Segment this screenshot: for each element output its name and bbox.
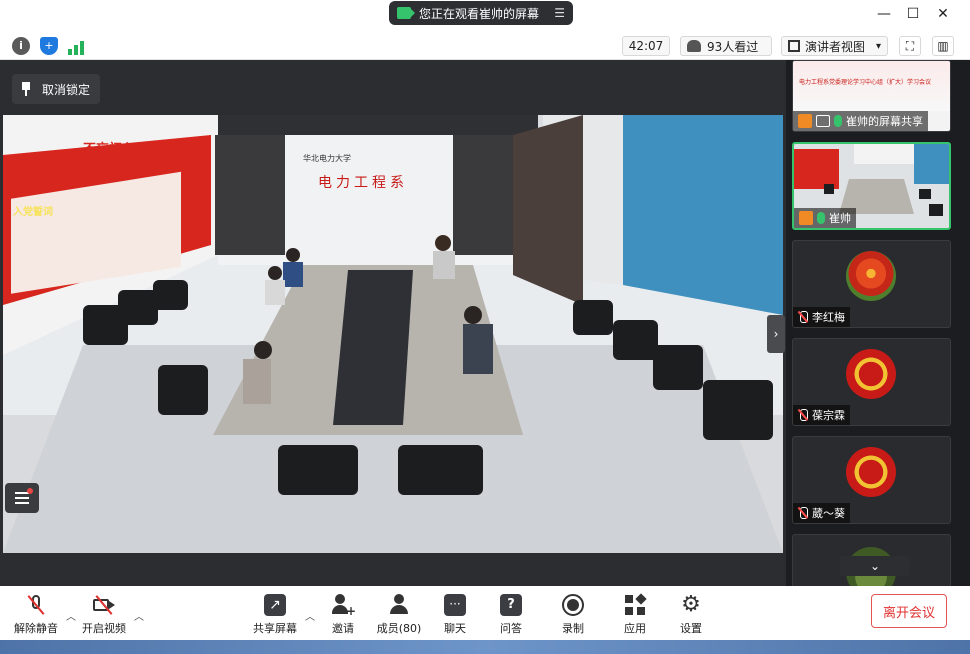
share-screen-button[interactable]: ↗ 共享屏幕 [245,594,305,636]
participant-tile[interactable]: 葆宗霖 [792,338,951,426]
share-notice-pill[interactable]: 您正在观看崔帅的屏幕 ☰ [389,1,573,25]
share-screen-icon: ↗ [264,594,286,616]
chat-label: 聊天 [444,622,466,635]
invite-label: 邀请 [332,622,354,635]
qa-label: 问答 [500,622,522,635]
meeting-controls: 解除静音 ︿ 开启视频 ︿ ↗ 共享屏幕 ︿ + 邀请 成员(80) ··· 聊… [0,586,970,640]
gear-icon: ⚙ [681,592,701,617]
mic-on-icon [817,212,825,224]
start-video-label: 开启视频 [82,622,126,635]
people-icon [687,40,701,52]
share-screen-label: 共享屏幕 [253,622,297,635]
qa-button[interactable]: ? 问答 [481,594,541,636]
screen-share-icon [397,7,415,19]
unpin-button[interactable]: 取消锁定 [12,74,101,104]
department-sign: 电力工程系 [318,175,408,191]
title-bar: 您正在观看崔帅的屏幕 ☰ — ☐ ✕ [0,0,970,32]
user-icon [799,211,813,225]
close-button[interactable]: ✕ [933,6,953,22]
minimize-button[interactable]: — [874,6,894,22]
view-mode-select[interactable]: 演讲者视图 ▾ [781,36,888,56]
meeting-room-video: 不忘初心 牢记使命 入党誓词 华北电力大学 电力工程系 [3,115,783,553]
start-video-button[interactable]: 开启视频 [74,594,134,636]
notification-dot [27,488,33,494]
record-icon [562,594,584,616]
participant-label: 李红梅 [793,307,850,327]
settings-button[interactable]: ⚙ 设置 [661,594,721,636]
menu-icon[interactable]: ☰ [554,6,565,20]
add-user-icon: + [332,594,356,618]
security-shield-icon[interactable]: + [40,37,58,55]
participant-sidebar[interactable]: 电力工程系党委理论学习中心组（扩大）学习会议 崔帅的屏幕共享 崔帅 李红梅 葆宗… [786,60,970,586]
participant-tile-screen-share[interactable]: 电力工程系党委理论学习中心组（扩大）学习会议 崔帅的屏幕共享 [792,60,951,132]
participant-label: 崔帅的屏幕共享 [793,111,928,131]
camera-off-icon [93,594,115,616]
participant-label: 葳～葵 [793,503,850,523]
avatar [846,447,896,497]
mic-muted-icon [25,594,47,616]
network-signal-icon[interactable] [68,37,86,55]
unmute-label: 解除静音 [14,622,58,635]
mic-muted-icon [798,409,808,421]
participant-label: 葆宗霖 [793,405,850,425]
share-thumb-banner: 电力工程系党委理论学习中心组（扩大）学习会议 [799,79,932,86]
avatar [846,251,896,301]
participant-tile[interactable]: 葳～葵 [792,436,951,524]
participant-name: 李红梅 [812,311,845,324]
oath-title: 入党誓词 [13,205,53,218]
chat-button[interactable]: ··· 聊天 [425,594,485,636]
participant-name: 葳～葵 [812,507,845,520]
apps-grid-icon [624,593,647,616]
participant-label: 崔帅 [794,208,856,228]
meeting-room-image: 不忘初心 牢记使命 入党誓词 华北电力大学 电力工程系 [3,115,783,553]
sidebar-toggle-icon[interactable]: ▥ [932,36,954,56]
apps-label: 应用 [624,622,646,635]
chat-icon: ··· [444,594,466,616]
mic-muted-icon [798,311,808,323]
participant-tile-camera[interactable]: 崔帅 [792,142,951,230]
leave-meeting-button[interactable]: 离开会议 [871,594,947,628]
invite-button[interactable]: + 邀请 [313,594,373,636]
question-icon: ? [500,594,522,616]
banner-slogan: 不忘初心 牢记使命 [83,141,193,157]
viewers-label: 93人看过 [707,39,759,54]
participant-name: 崔帅 [829,212,851,225]
shared-screen-stage: 取消锁定 不忘初心 牢记使命 入党誓词 华北电力大学 电力工程系 › [0,60,786,586]
info-icon[interactable]: i [12,37,30,55]
participant-name: 崔帅的屏幕共享 [846,115,923,128]
fullscreen-icon[interactable]: ⛶ [899,36,921,56]
layout-icon [788,40,800,52]
members-label: 成员(80) [376,622,422,635]
unmute-button[interactable]: 解除静音 [6,594,66,636]
chevron-down-icon: ▾ [875,40,881,52]
desktop-taskbar [0,640,970,654]
mic-muted-icon [798,507,808,519]
unpin-label: 取消锁定 [42,82,91,97]
chevron-up-icon[interactable]: ︿ [134,608,144,623]
participant-name: 葆宗霖 [812,409,845,422]
record-button[interactable]: 录制 [543,594,603,636]
pin-icon [20,82,32,96]
chevron-right-icon[interactable]: › [767,315,785,353]
user-icon [798,114,812,128]
mic-on-icon [834,115,842,127]
viewers-count[interactable]: 93人看过 [680,36,772,56]
meeting-toolbar: i + 42:07 93人看过 演讲者视图 ▾ ⛶ ▥ [0,32,970,60]
share-notice-text: 您正在观看崔帅的屏幕 [419,6,540,21]
people-icon [388,594,410,616]
collapse-list-button[interactable]: ⌄ [840,556,910,576]
maximize-button[interactable]: ☐ [903,6,923,22]
university-sign: 华北电力大学 [303,153,351,163]
settings-label: 设置 [680,622,702,635]
screen-icon [816,115,830,127]
participant-tile[interactable]: 李红梅 [792,240,951,328]
view-mode-label: 演讲者视图 [805,39,866,54]
apps-button[interactable]: 应用 [605,593,665,636]
meeting-timer: 42:07 [622,36,670,56]
notes-list-button[interactable] [5,483,39,513]
members-button[interactable]: 成员(80) [369,594,429,636]
avatar [846,349,896,399]
record-label: 录制 [562,622,584,635]
